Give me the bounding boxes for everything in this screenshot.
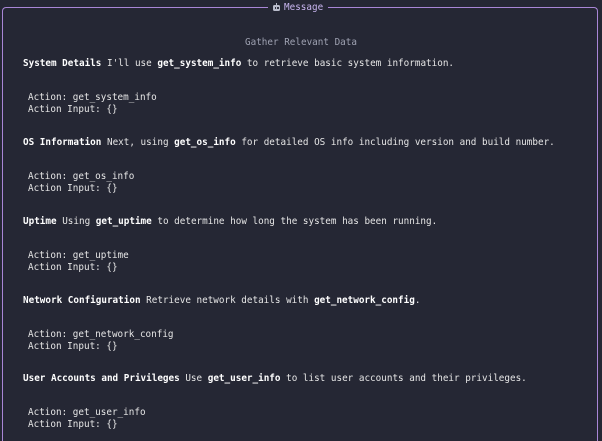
panel-title-text: Message	[284, 2, 324, 13]
inline-code: get_os_info	[174, 137, 236, 148]
action-name: Action: get_user_info	[28, 407, 146, 418]
inline-code: get_uptime	[95, 216, 152, 227]
action-block: Action: get_uptime Action Input: {}	[28, 250, 129, 273]
action-input: Action Input: {}	[28, 103, 118, 115]
section-network-configuration: Network Configuration Retrieve network d…	[23, 295, 421, 352]
section-description: System Details I'll use get_system_info …	[23, 58, 455, 69]
robot-icon	[272, 3, 281, 12]
action-block: Action: get_network_config Action Input:…	[28, 329, 174, 352]
inline-code: get_user_info	[207, 373, 281, 384]
section-os-information: OS Information Next, using get_os_info f…	[23, 137, 555, 194]
action-input: Action Input: {}	[28, 182, 118, 194]
action-name: Action: get_uptime	[28, 250, 129, 261]
inline-code: get_network_config	[314, 295, 415, 306]
section-uptime: Uptime Using get_uptime to determine how…	[23, 216, 438, 273]
action-input: Action Input: {}	[28, 261, 118, 273]
section-system-details: System Details I'll use get_system_info …	[23, 58, 455, 115]
inline-code: get_system_info	[157, 58, 242, 69]
action-name: Action: get_network_config	[28, 329, 174, 340]
action-block: Action: get_system_info Action Input: {}	[28, 92, 157, 115]
section-description: User Accounts and Privileges Use get_use…	[23, 373, 527, 384]
action-input: Action Input: {}	[28, 418, 118, 430]
section-description: Uptime Using get_uptime to determine how…	[23, 216, 438, 227]
message-panel-title: Message	[268, 1, 329, 14]
action-input: Action Input: {}	[28, 340, 118, 352]
action-name: Action: get_system_info	[28, 92, 157, 103]
section-description: Network Configuration Retrieve network d…	[23, 295, 421, 306]
section-user-accounts: User Accounts and Privileges Use get_use…	[23, 373, 527, 430]
action-block: Action: get_os_info Action Input: {}	[28, 171, 134, 194]
section-description: OS Information Next, using get_os_info f…	[23, 137, 555, 148]
action-name: Action: get_os_info	[28, 171, 135, 182]
action-block: Action: get_user_info Action Input: {}	[28, 407, 146, 430]
section-heading: Gather Relevant Data	[245, 37, 357, 48]
